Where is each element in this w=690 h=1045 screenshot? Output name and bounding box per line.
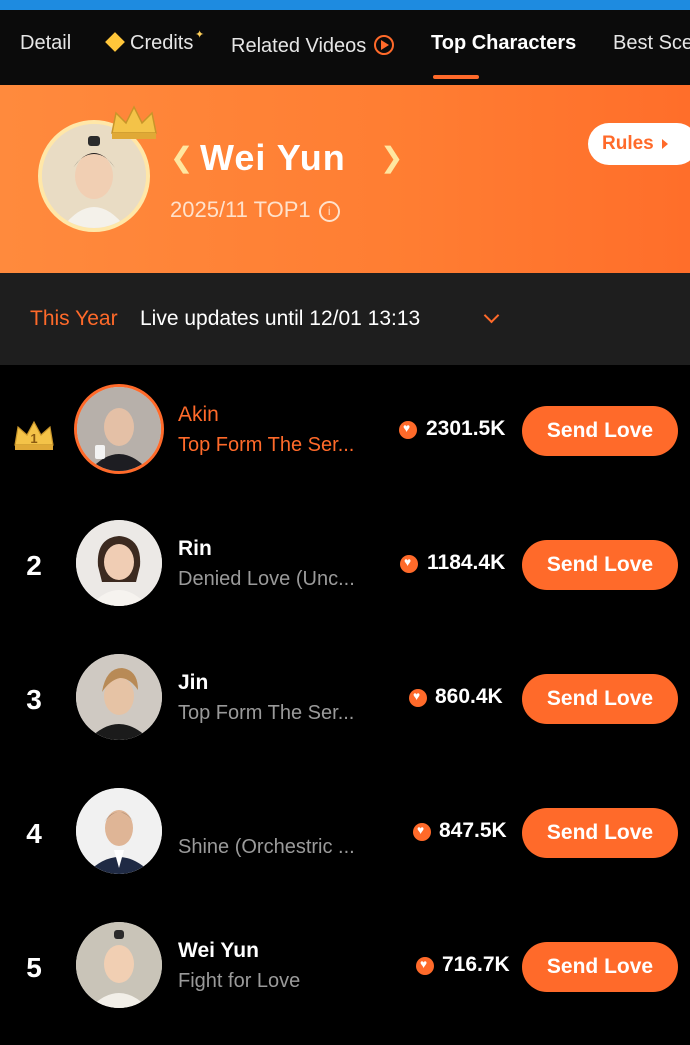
- tab-best-scenes[interactable]: Best Sce: [613, 32, 690, 55]
- love-count: 2301.5K: [426, 417, 506, 440]
- ranking-row[interactable]: 4 Shine (Orchestric ... 847.5K Send Love: [0, 767, 690, 901]
- chevron-down-icon[interactable]: [483, 307, 500, 324]
- heart-icon: [400, 555, 418, 573]
- heart-icon: [409, 689, 427, 707]
- tab-top-characters[interactable]: Top Characters: [431, 32, 576, 55]
- rules-button[interactable]: Rules: [588, 123, 690, 165]
- send-love-button[interactable]: Send Love: [522, 406, 678, 456]
- tab-detail-label: Detail: [20, 32, 72, 54]
- love-count: 860.4K: [435, 685, 503, 708]
- ranking-row[interactable]: 5 Wei Yun Fight for Love 716.7K Send Lov…: [0, 901, 690, 1035]
- avatar[interactable]: [76, 788, 162, 874]
- diamond-icon: [105, 32, 125, 52]
- love-count: 1184.4K: [427, 551, 506, 574]
- laurel-left-icon: ❮: [170, 142, 194, 173]
- tab-best-scenes-label: Best Sce: [613, 32, 690, 54]
- banner-subtitle-text: 2025/11 TOP1: [170, 197, 311, 222]
- tab-related-videos-label: Related Videos: [231, 35, 367, 57]
- show-title: Top Form The Ser...: [178, 434, 355, 456]
- rank-number: 5: [26, 952, 42, 983]
- show-title: Fight for Love: [178, 970, 301, 992]
- heart-icon: [413, 823, 431, 841]
- character-name: Jin: [178, 671, 209, 694]
- laurel-right-icon: ❯: [380, 142, 404, 173]
- love-count: 716.7K: [442, 953, 510, 976]
- show-title: Shine (Orchestric ...: [178, 836, 355, 858]
- ranking-row[interactable]: 1 Akin Top Form The Ser... 2301.5K Send …: [0, 365, 690, 499]
- period-update-text: Live updates until 12/01 13:13: [140, 307, 421, 330]
- avatar[interactable]: [74, 384, 164, 474]
- tab-top-characters-label: Top Characters: [431, 32, 577, 54]
- caret-right-icon: [661, 139, 668, 149]
- banner-subtitle: 2025/11 TOP1 i: [170, 197, 340, 224]
- ranking-row[interactable]: 2 Rin Denied Love (Unc... 1184.4K Send L…: [0, 499, 690, 633]
- period-selector[interactable]: This Year Live updates until 12/01 13:13: [0, 273, 690, 365]
- character-name: Wei Yun: [178, 939, 259, 962]
- rank-crown-icon: 1: [14, 420, 54, 450]
- send-love-button[interactable]: Send Love: [522, 808, 678, 858]
- tab-bar: Detail Credits ✦ Related Videos Top Char…: [0, 10, 690, 85]
- banner-character-name: Wei Yun: [200, 137, 346, 178]
- period-label: This Year: [30, 307, 118, 330]
- crown-icon: [111, 105, 157, 139]
- tab-related-videos[interactable]: Related Videos: [231, 32, 395, 58]
- send-love-button[interactable]: Send Love: [522, 540, 678, 590]
- avatar[interactable]: [76, 654, 162, 740]
- heart-icon: [399, 421, 417, 439]
- avatar[interactable]: [76, 922, 162, 1008]
- avatar[interactable]: [76, 520, 162, 606]
- tab-detail[interactable]: Detail: [20, 32, 71, 55]
- active-tab-indicator: [433, 75, 479, 79]
- rules-label: Rules: [602, 133, 654, 154]
- send-love-button[interactable]: Send Love: [522, 942, 678, 992]
- rank-number: 1: [30, 431, 37, 446]
- top-character-banner: ❮ Wei Yun ❯ 2025/11 TOP1 i Rules: [0, 85, 690, 273]
- show-title: Denied Love (Unc...: [178, 568, 355, 590]
- show-title: Top Form The Ser...: [178, 702, 355, 724]
- tab-credits-label: Credits: [130, 32, 194, 54]
- heart-icon: [416, 957, 434, 975]
- rank-number: 4: [26, 818, 42, 849]
- rank-number: 2: [26, 550, 42, 581]
- love-count: 847.5K: [439, 819, 507, 842]
- send-love-button[interactable]: Send Love: [522, 674, 678, 724]
- play-icon: [374, 35, 395, 55]
- sparkle-icon: ✦: [195, 29, 205, 41]
- character-name: Akin: [178, 403, 219, 426]
- tab-credits[interactable]: Credits: [105, 32, 194, 55]
- rank-number: 3: [26, 684, 42, 715]
- character-name: Rin: [178, 537, 212, 560]
- status-strip: [0, 0, 690, 10]
- ranking-row[interactable]: 3 Jin Top Form The Ser... 860.4K Send Lo…: [0, 633, 690, 767]
- info-icon[interactable]: i: [318, 201, 340, 222]
